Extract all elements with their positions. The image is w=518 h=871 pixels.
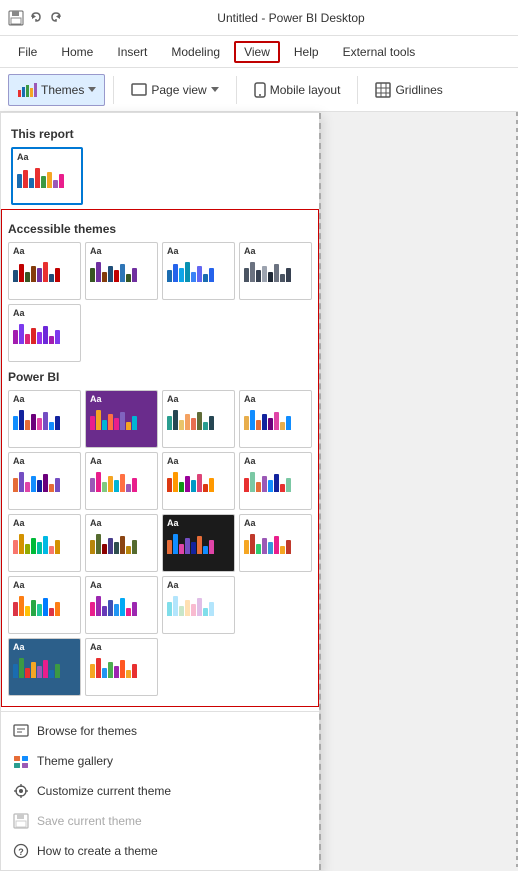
powerbi-theme-5[interactable]: Aa bbox=[8, 452, 81, 510]
save-theme-label: Save current theme bbox=[37, 814, 142, 828]
page-view-button[interactable]: Page view bbox=[122, 74, 227, 106]
menu-home[interactable]: Home bbox=[51, 41, 103, 63]
window-title: Untitled - Power BI Desktop bbox=[72, 11, 510, 25]
mobile-layout-button[interactable]: Mobile layout bbox=[245, 74, 350, 106]
themes-catalog-section: Accessible themes Aa Aa bbox=[1, 209, 319, 707]
gridlines-button[interactable]: Gridlines bbox=[366, 74, 451, 106]
theme-gallery-item[interactable]: Theme gallery bbox=[1, 746, 319, 776]
mobile-layout-icon bbox=[254, 82, 266, 98]
accessible-theme-2[interactable]: Aa bbox=[85, 242, 158, 300]
powerbi-theme-11[interactable]: Aa bbox=[162, 514, 235, 572]
accessible-theme-1[interactable]: Aa bbox=[8, 242, 81, 300]
accessible-theme-5[interactable]: Aa bbox=[8, 304, 81, 362]
how-to-create-theme-item[interactable]: ? How to create a theme bbox=[1, 836, 319, 866]
mobile-layout-label: Mobile layout bbox=[270, 83, 341, 97]
powerbi-theme-10[interactable]: Aa bbox=[85, 514, 158, 572]
current-theme-card[interactable]: Aa bbox=[11, 147, 83, 205]
this-report-title: This report bbox=[11, 127, 309, 141]
powerbi-theme-7[interactable]: Aa bbox=[162, 452, 235, 510]
customize-theme-item[interactable]: Customize current theme bbox=[1, 776, 319, 806]
powerbi-theme-4[interactable]: Aa bbox=[239, 390, 312, 448]
themes-label: Themes bbox=[41, 83, 84, 97]
powerbi-theme-8[interactable]: Aa bbox=[239, 452, 312, 510]
browse-icon bbox=[13, 723, 29, 739]
customize-icon bbox=[13, 783, 29, 799]
gridlines-label: Gridlines bbox=[395, 83, 442, 97]
this-report-section: This report Aa bbox=[1, 113, 319, 209]
menu-bar: File Home Insert Modeling View Help Exte… bbox=[0, 36, 518, 68]
browse-themes-item[interactable]: Browse for themes bbox=[1, 716, 319, 746]
save-theme-icon bbox=[13, 813, 29, 829]
page-view-label: Page view bbox=[151, 83, 206, 97]
powerbi-themes-title: Power BI bbox=[8, 370, 312, 384]
ribbon-sep-3 bbox=[357, 76, 358, 104]
gallery-icon bbox=[13, 753, 29, 769]
themes-chevron bbox=[88, 87, 96, 92]
powerbi-themes-grid: Aa Aa bbox=[8, 390, 312, 696]
redo-icon[interactable] bbox=[48, 10, 64, 26]
bottom-menu: Browse for themes Theme gallery Customiz… bbox=[1, 711, 319, 870]
powerbi-theme-12[interactable]: Aa bbox=[239, 514, 312, 572]
themes-button[interactable]: Themes bbox=[8, 74, 105, 106]
powerbi-theme-14[interactable]: Aa bbox=[85, 576, 158, 634]
powerbi-theme-15[interactable]: Aa bbox=[162, 576, 235, 634]
page-view-chevron bbox=[211, 87, 219, 92]
svg-text:?: ? bbox=[18, 847, 24, 857]
undo-icon[interactable] bbox=[28, 10, 44, 26]
powerbi-theme-6[interactable]: Aa bbox=[85, 452, 158, 510]
accessible-theme-3[interactable]: Aa bbox=[162, 242, 235, 300]
customize-theme-label: Customize current theme bbox=[37, 784, 171, 798]
menu-modeling[interactable]: Modeling bbox=[161, 41, 230, 63]
theme-gallery-label: Theme gallery bbox=[37, 754, 113, 768]
gridlines-icon bbox=[375, 82, 391, 98]
ribbon: Themes Page view Mobile layout Gridlines bbox=[0, 68, 518, 112]
themes-dropdown: This report Aa Accessible themes bbox=[0, 112, 320, 871]
accessible-theme-4[interactable]: Aa bbox=[239, 242, 312, 300]
ribbon-sep-2 bbox=[236, 76, 237, 104]
page-view-icon bbox=[131, 82, 147, 98]
title-bar-icons bbox=[8, 10, 64, 26]
menu-external-tools[interactable]: External tools bbox=[333, 41, 426, 63]
help-circle-icon: ? bbox=[13, 843, 29, 859]
accessible-themes-grid: Aa Aa bbox=[8, 242, 312, 362]
powerbi-theme-9[interactable]: Aa bbox=[8, 514, 81, 572]
menu-view[interactable]: View bbox=[234, 41, 280, 63]
menu-file[interactable]: File bbox=[8, 41, 47, 63]
ribbon-sep-1 bbox=[113, 76, 114, 104]
powerbi-theme-18[interactable]: Aa bbox=[85, 638, 158, 696]
menu-insert[interactable]: Insert bbox=[107, 41, 157, 63]
powerbi-theme-3[interactable]: Aa bbox=[162, 390, 235, 448]
powerbi-theme-2[interactable]: Aa bbox=[85, 390, 158, 448]
themes-icon bbox=[17, 82, 37, 98]
powerbi-theme-1[interactable]: Aa bbox=[8, 390, 81, 448]
menu-help[interactable]: Help bbox=[284, 41, 329, 63]
title-bar: Untitled - Power BI Desktop bbox=[0, 0, 518, 36]
browse-themes-label: Browse for themes bbox=[37, 724, 137, 738]
powerbi-theme-17[interactable]: Aa bbox=[8, 638, 81, 696]
powerbi-theme-13[interactable]: Aa bbox=[8, 576, 81, 634]
current-theme-aa: Aa bbox=[17, 153, 77, 162]
save-theme-item: Save current theme bbox=[1, 806, 319, 836]
accessible-themes-title: Accessible themes bbox=[8, 222, 312, 236]
save-icon[interactable] bbox=[8, 10, 24, 26]
how-to-create-label: How to create a theme bbox=[37, 844, 158, 858]
current-theme-chart bbox=[17, 164, 77, 188]
